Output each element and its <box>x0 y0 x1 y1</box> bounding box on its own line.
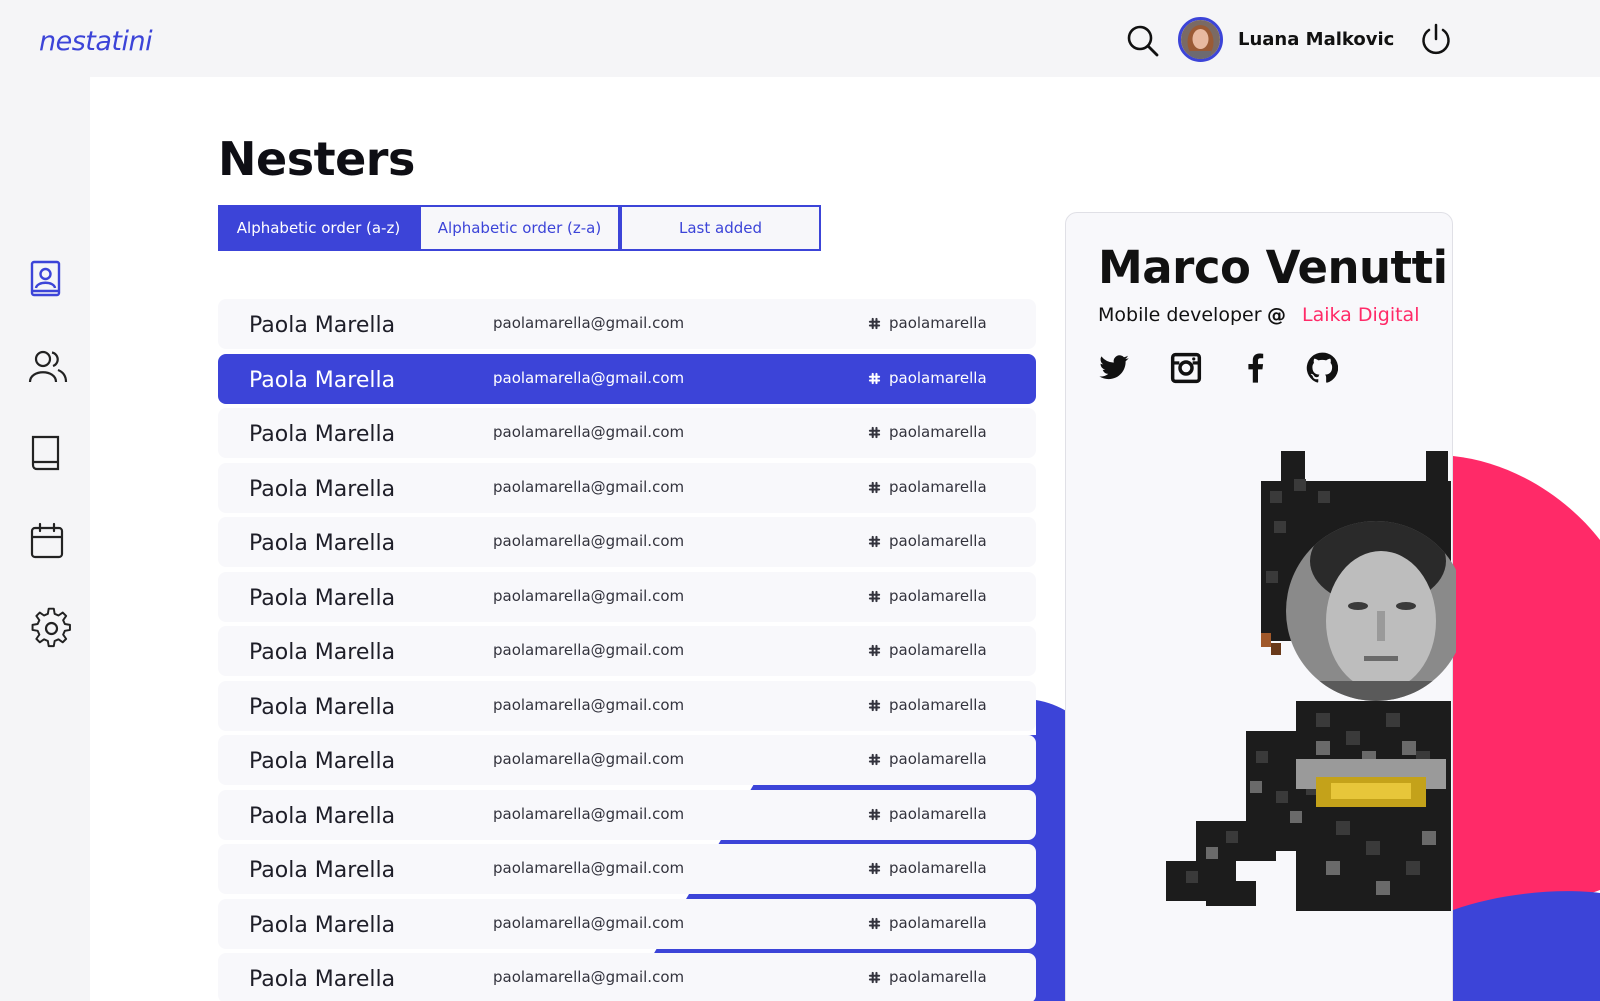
nester-name: Paola Marella <box>249 967 396 992</box>
profile-card: Marco Venutti Mobile developer @ Laika D… <box>1065 212 1456 1001</box>
calendar-icon[interactable] <box>26 519 70 563</box>
slack-icon <box>868 372 881 384</box>
nester-name: Paola Marella <box>249 694 396 720</box>
nester-email: paolamarella@gmail.com <box>493 532 685 550</box>
slack-icon <box>868 426 881 439</box>
profile-role: Mobile developer <box>1098 304 1262 326</box>
power-icon[interactable] <box>1418 22 1454 58</box>
nester-row[interactable]: Paola Marella paolamarella@gmail.com paola… <box>218 844 1036 894</box>
profile-company-link[interactable]: Laika Digital <box>1302 304 1419 326</box>
nester-email: paolamarella@gmail.com <box>493 695 685 714</box>
nester-name: Paola Marella <box>249 749 396 774</box>
nester-email: paolamarella@gmail.com <box>493 804 685 823</box>
nester-email: paolamarella@gmail.com <box>493 859 685 877</box>
nester-name: Paola Marella <box>249 422 396 447</box>
nester-row[interactable]: Paola Marella paolamarella@gmail.com paola… <box>218 299 1036 349</box>
nester-email: paolamarella@gmail.com <box>493 477 685 496</box>
nester-email: paolamarella@gmail.com <box>493 750 685 768</box>
nester-email: paolamarella@gmail.com <box>493 586 685 605</box>
nester-handle: paolamarella <box>889 314 987 332</box>
slack-icon <box>868 699 881 711</box>
nester-row[interactable]: Paola Marella paolamarella@gmail.com paola… <box>218 517 1036 567</box>
github-icon[interactable] <box>1306 352 1338 384</box>
avatar[interactable] <box>1178 17 1223 62</box>
user-name[interactable]: Luana Malkovic <box>1238 29 1394 50</box>
slack-icon <box>868 644 881 657</box>
profile-name: Marco Venutti <box>1098 241 1448 294</box>
nester-email: paolamarella@gmail.com <box>493 641 685 659</box>
nester-name: Paola Marella <box>249 313 396 338</box>
nester-name: Paola Marella <box>249 476 396 502</box>
nester-row[interactable]: Paola Marella paolamarella@gmail.com paola… <box>218 953 1036 1001</box>
nester-handle: paolamarella <box>889 750 987 768</box>
nester-name: Paola Marella <box>249 803 396 829</box>
nester-handle: paolamarella <box>889 368 987 387</box>
nester-handle: paolamarella <box>889 913 987 932</box>
nester-row[interactable]: Paola Marella paolamarella@gmail.com paola… <box>218 571 1036 622</box>
contacts-icon[interactable] <box>23 257 67 301</box>
nester-row[interactable]: Paola Marella paolamarella@gmail.com paola… <box>218 353 1036 404</box>
nester-handle: paolamarella <box>889 859 987 877</box>
nester-email: paolamarella@gmail.com <box>493 913 685 932</box>
nester-name: Paola Marella <box>249 585 396 611</box>
nester-name: Paola Marella <box>249 640 396 665</box>
page-title: Nesters <box>218 132 415 186</box>
nester-row[interactable]: Paola Marella paolamarella@gmail.com paola… <box>218 789 1036 840</box>
nester-email: paolamarella@gmail.com <box>493 968 685 986</box>
twitter-icon[interactable] <box>1098 352 1130 384</box>
nester-handle: paolamarella <box>889 532 987 550</box>
book-icon[interactable] <box>24 431 68 475</box>
settings-icon[interactable] <box>30 607 74 651</box>
app-logo[interactable]: nestatini <box>39 26 153 57</box>
tab-last-added[interactable]: Last added <box>620 205 821 251</box>
slack-icon <box>868 317 881 330</box>
tab-alphabetic-za[interactable]: Alphabetic order (z-a) <box>419 205 620 251</box>
user-avatar-image <box>1181 20 1220 59</box>
slack-icon <box>868 808 881 820</box>
nester-email: paolamarella@gmail.com <box>493 423 685 441</box>
nester-name: Paola Marella <box>249 367 396 393</box>
users-icon[interactable] <box>26 345 70 389</box>
nester-email: paolamarella@gmail.com <box>493 368 685 387</box>
nester-handle: paolamarella <box>889 641 987 659</box>
slack-icon <box>868 971 881 984</box>
top-bar: nestatini Luana Malkovic <box>0 0 1600 77</box>
nester-name: Paola Marella <box>249 858 396 883</box>
nester-handle: paolamarella <box>889 968 987 986</box>
nester-name: Paola Marella <box>249 531 396 556</box>
slack-icon <box>868 917 881 929</box>
nester-row[interactable]: Paola Marella paolamarella@gmail.com paola… <box>218 408 1036 458</box>
slack-icon <box>868 535 881 548</box>
nester-row[interactable]: Paola Marella paolamarella@gmail.com paola… <box>218 735 1036 785</box>
nester-row[interactable]: Paola Marella paolamarella@gmail.com paola… <box>218 462 1036 513</box>
profile-at-symbol: @ <box>1267 304 1286 326</box>
sidebar <box>0 77 90 1001</box>
slack-icon <box>868 481 881 493</box>
sort-tabs: Alphabetic order (a-z) Alphabetic order … <box>218 205 821 251</box>
nester-email: paolamarella@gmail.com <box>493 314 685 332</box>
nester-row[interactable]: Paola Marella paolamarella@gmail.com paola… <box>218 898 1036 949</box>
nester-name: Paola Marella <box>249 912 396 938</box>
nester-row[interactable]: Paola Marella paolamarella@gmail.com paola… <box>218 626 1036 676</box>
nester-handle: paolamarella <box>889 695 987 714</box>
nester-handle: paolamarella <box>889 477 987 496</box>
search-icon[interactable] <box>1126 24 1160 58</box>
slack-icon <box>868 862 881 875</box>
nester-handle: paolamarella <box>889 804 987 823</box>
facebook-icon[interactable] <box>1240 352 1272 384</box>
profile-pixel-avatar <box>1166 451 1456 911</box>
tab-alphabetic-az[interactable]: Alphabetic order (a-z) <box>218 205 419 251</box>
slack-icon <box>868 753 881 766</box>
instagram-icon[interactable] <box>1170 352 1202 384</box>
nester-handle: paolamarella <box>889 586 987 605</box>
nester-handle: paolamarella <box>889 423 987 441</box>
slack-icon <box>868 590 881 602</box>
nester-row[interactable]: Paola Marella paolamarella@gmail.com paola… <box>218 680 1036 731</box>
